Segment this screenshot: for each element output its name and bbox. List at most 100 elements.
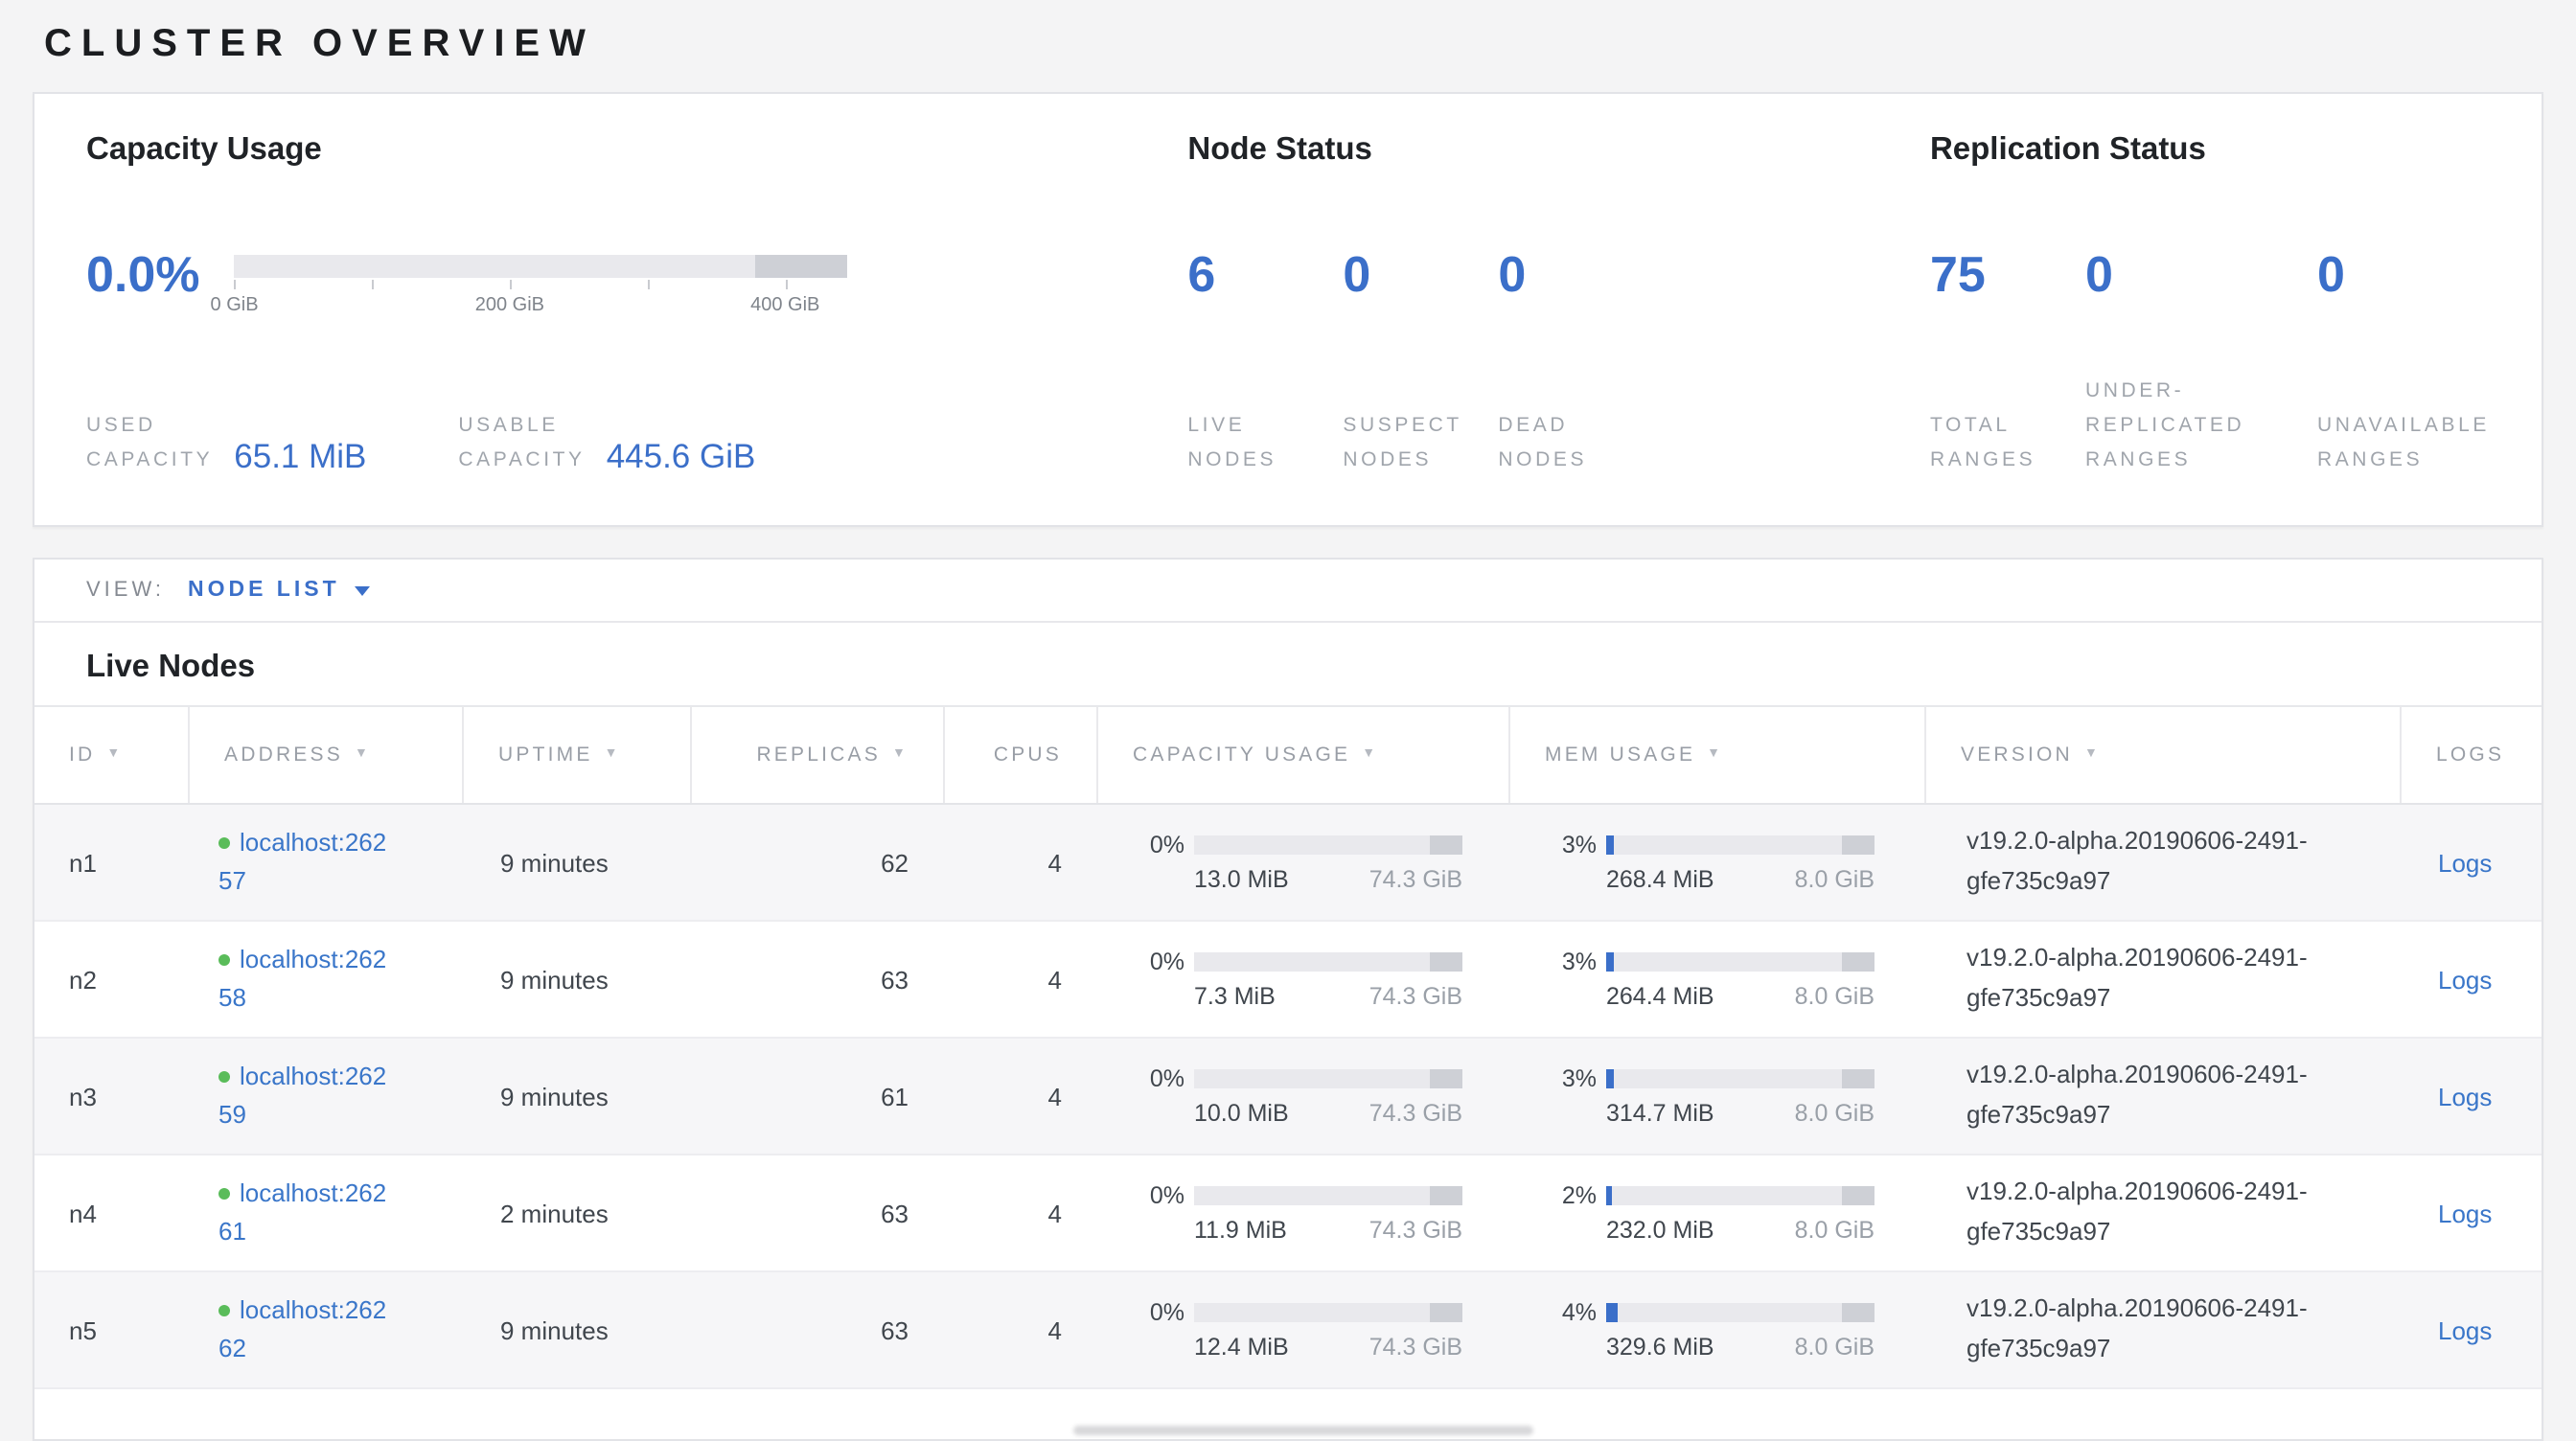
column-header-capacity-usage[interactable]: CAPACITY USAGE ▼ bbox=[1096, 707, 1508, 803]
column-header-uptime[interactable]: UPTIME ▼ bbox=[462, 707, 690, 803]
axis-label: 200 GiB bbox=[475, 295, 544, 316]
node-version: v19.2.0-alpha.20190606-2491-gfe735c9a97 bbox=[1966, 939, 2350, 1018]
used-capacity-stat: USED CAPACITY 65.1 MiB bbox=[86, 411, 366, 479]
sort-desc-icon: ▼ bbox=[2084, 746, 2101, 760]
node-id: n3 bbox=[69, 1082, 97, 1110]
mem-bar-fill bbox=[1606, 952, 1614, 972]
mem-usage-meter: 4% 329.6 MiB 8.0 GiB bbox=[1547, 1299, 1874, 1361]
capacity-bar bbox=[1194, 952, 1462, 972]
column-header-mem-usage[interactable]: MEM USAGE ▼ bbox=[1508, 707, 1924, 803]
node-live-icon bbox=[218, 1188, 230, 1200]
capacity-percent: 0% bbox=[1135, 832, 1184, 858]
sort-desc-icon: ▼ bbox=[106, 746, 123, 760]
node-address-link[interactable]: localhost:26261 bbox=[218, 1178, 386, 1246]
unavailable-label: UNAVAILABLE RANGES bbox=[2317, 411, 2490, 479]
column-label: UPTIME bbox=[498, 743, 593, 766]
suspect-nodes-count: 0 bbox=[1343, 249, 1498, 299]
node-row: n5 localhost:26262 9 minutes 63 bbox=[34, 1272, 2542, 1389]
stat-unavailable-ranges: 0 UNAVAILABLE RANGES bbox=[2317, 249, 2490, 479]
capacity-total-value: 74.3 GiB bbox=[1369, 1334, 1462, 1361]
dead-nodes-label: DEAD NODES bbox=[1498, 411, 1587, 479]
mem-percent: 3% bbox=[1547, 1065, 1597, 1092]
column-header-replicas[interactable]: REPLICAS ▼ bbox=[690, 707, 943, 803]
table-body: n1 localhost:26257 9 minutes 62 bbox=[34, 805, 2542, 1389]
axis-label: 0 GiB bbox=[211, 295, 259, 316]
used-capacity-label: USED CAPACITY bbox=[86, 411, 213, 479]
node-replicas: 61 bbox=[881, 1082, 908, 1110]
column-header-version[interactable]: VERSION ▼ bbox=[1924, 707, 2400, 803]
column-label: REPLICAS bbox=[756, 743, 881, 766]
nodes-panel: VIEW: NODE LIST Live Nodes ID ▼ ADDRESS … bbox=[33, 558, 2543, 1441]
capacity-used-value: 11.9 MiB bbox=[1194, 1217, 1287, 1244]
node-list-dropdown[interactable]: NODE LIST bbox=[188, 579, 371, 602]
node-address-link[interactable]: localhost:26258 bbox=[218, 945, 386, 1012]
node-memory-cell: 2% 232.0 MiB 8.0 GiB bbox=[1508, 1155, 1924, 1270]
column-label: LOGS bbox=[2436, 743, 2504, 766]
dead-nodes-count: 0 bbox=[1498, 249, 1587, 299]
node-cpus: 4 bbox=[1048, 1082, 1062, 1110]
gauge-axis-ticks bbox=[235, 278, 848, 291]
node-address-link[interactable]: localhost:26257 bbox=[218, 828, 386, 895]
column-header-cpus: CPUS bbox=[943, 707, 1096, 803]
column-label: ID bbox=[69, 743, 95, 766]
logs-link[interactable]: Logs bbox=[2438, 1315, 2492, 1344]
stat-dead-nodes: 0 DEAD NODES bbox=[1498, 249, 1587, 479]
node-cpus-cell: 4 bbox=[943, 922, 1096, 1037]
mem-usage-meter: 3% 314.7 MiB 8.0 GiB bbox=[1547, 1065, 1874, 1127]
node-version-cell: v19.2.0-alpha.20190606-2491-gfe735c9a97 bbox=[1924, 1272, 2400, 1387]
total-ranges-label: TOTAL RANGES bbox=[1930, 411, 2085, 479]
page-title: CLUSTER OVERVIEW bbox=[44, 23, 2543, 67]
node-row: n2 localhost:26258 9 minutes 63 bbox=[34, 922, 2542, 1039]
capacity-used-value: 12.4 MiB bbox=[1194, 1334, 1289, 1361]
node-replicas-cell: 63 bbox=[690, 922, 943, 1037]
logs-link[interactable]: Logs bbox=[2438, 848, 2492, 877]
usable-capacity-value: 445.6 GiB bbox=[607, 440, 756, 473]
mem-used-value: 314.7 MiB bbox=[1606, 1100, 1714, 1127]
node-version: v19.2.0-alpha.20190606-2491-gfe735c9a97 bbox=[1966, 822, 2350, 902]
column-header-address[interactable]: ADDRESS ▼ bbox=[188, 707, 462, 803]
node-uptime-cell: 9 minutes bbox=[462, 922, 690, 1037]
node-uptime-cell: 9 minutes bbox=[462, 805, 690, 920]
capacity-usage-meter: 0% 11.9 MiB 74.3 GiB bbox=[1135, 1182, 1462, 1244]
node-live-icon bbox=[218, 954, 230, 966]
node-uptime: 9 minutes bbox=[500, 1315, 609, 1344]
table-header-row: ID ▼ ADDRESS ▼ UPTIME ▼ REPLICAS ▼ bbox=[34, 705, 2542, 805]
view-label: VIEW: bbox=[86, 579, 165, 602]
node-version: v19.2.0-alpha.20190606-2491-gfe735c9a97 bbox=[1966, 1056, 2350, 1135]
mem-usage-meter: 2% 232.0 MiB 8.0 GiB bbox=[1547, 1182, 1874, 1244]
node-uptime-cell: 9 minutes bbox=[462, 1039, 690, 1154]
sort-desc-icon: ▼ bbox=[892, 746, 908, 760]
node-logs-cell: Logs bbox=[2400, 1155, 2542, 1270]
capacity-total-value: 74.3 GiB bbox=[1369, 983, 1462, 1010]
capacity-gauge: 0 GiB 200 GiB 400 GiB bbox=[235, 255, 848, 318]
mem-bar bbox=[1606, 952, 1874, 972]
node-address-cell: localhost:26257 bbox=[188, 805, 462, 920]
capacity-used-value: 13.0 MiB bbox=[1194, 866, 1289, 893]
node-cpus-cell: 4 bbox=[943, 1272, 1096, 1387]
logs-link[interactable]: Logs bbox=[2438, 1082, 2492, 1110]
capacity-percent: 0% bbox=[1135, 1182, 1184, 1209]
node-uptime: 9 minutes bbox=[500, 848, 609, 877]
capacity-bar bbox=[1194, 1186, 1462, 1205]
node-live-icon bbox=[218, 837, 230, 849]
horizontal-scrollbar-thumb[interactable] bbox=[1073, 1426, 1533, 1435]
mem-total-value: 8.0 GiB bbox=[1795, 1334, 1874, 1361]
capacity-usage-meter: 0% 10.0 MiB 74.3 GiB bbox=[1135, 1065, 1462, 1127]
node-address-link[interactable]: localhost:26262 bbox=[218, 1295, 386, 1362]
mem-bar-fill bbox=[1606, 835, 1614, 855]
under-replicated-label: UNDER- REPLICATED RANGES bbox=[2085, 377, 2317, 479]
mem-bar bbox=[1606, 835, 1874, 855]
capacity-total-value: 74.3 GiB bbox=[1369, 1100, 1462, 1127]
node-logs-cell: Logs bbox=[2400, 805, 2542, 920]
logs-link[interactable]: Logs bbox=[2438, 965, 2492, 994]
node-address-cell: localhost:26261 bbox=[188, 1155, 462, 1270]
capacity-usage-heading: Capacity Usage bbox=[86, 132, 1187, 169]
column-header-id[interactable]: ID ▼ bbox=[34, 707, 188, 803]
usable-capacity-label: USABLE CAPACITY bbox=[458, 411, 585, 479]
node-id: n5 bbox=[69, 1315, 97, 1344]
logs-link[interactable]: Logs bbox=[2438, 1199, 2492, 1227]
suspect-nodes-label: SUSPECT NODES bbox=[1343, 411, 1498, 479]
node-address-link[interactable]: localhost:26259 bbox=[218, 1062, 386, 1129]
capacity-bar bbox=[1194, 835, 1462, 855]
node-status-section: Node Status 6 LIVE NODES 0 SUSPECT NODES… bbox=[1187, 132, 1930, 479]
